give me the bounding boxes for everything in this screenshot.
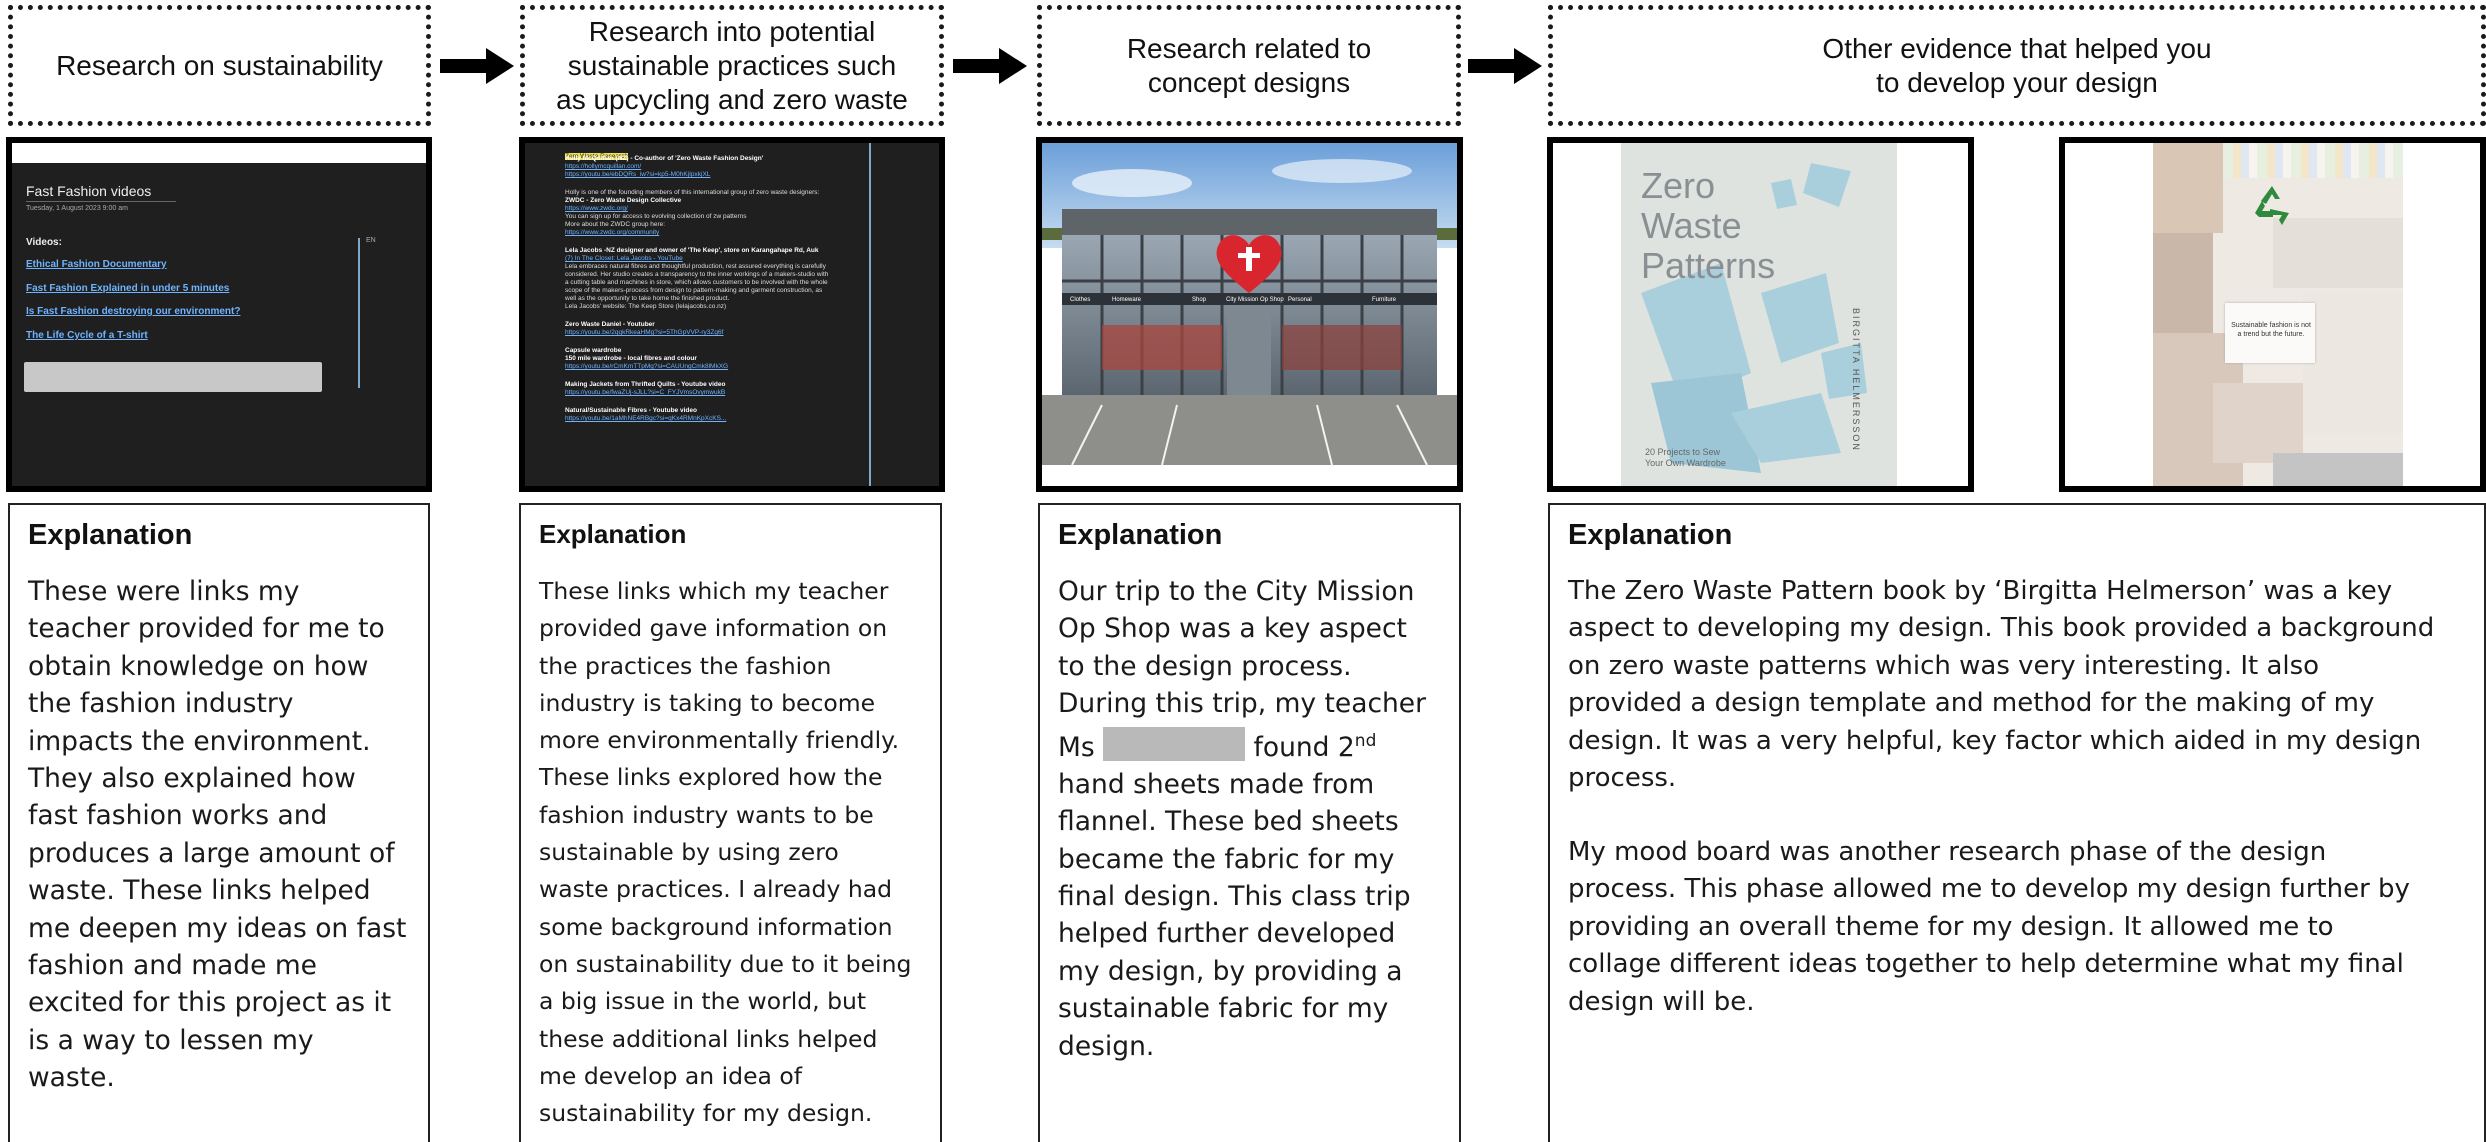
book-title-line3: Patterns (1641, 245, 1776, 286)
note-link[interactable]: https://youtu.be/ebDQRs_iw?si=kp5-M0hKjI… (565, 171, 710, 179)
note-line: Lela Jacobs' website: The Keep Store (le… (565, 303, 727, 310)
note-line: Holly McQuillan (NZ) - Co-author of 'Zer… (565, 155, 764, 162)
notes-page-title: Fast Fashion videos (26, 183, 176, 202)
margin-line (869, 143, 871, 486)
redacted-bar (24, 362, 322, 392)
heading-sustainability: Research on sustainability (8, 5, 431, 126)
explanation-text: These were links my teacher provided for… (28, 576, 407, 1094)
note-line: Zero Waste Daniel - Youtuber (565, 321, 655, 328)
note-link[interactable]: https://hollymcquillan.com/ (565, 163, 641, 171)
note-line: Lela embraces natural fibres and thought… (565, 263, 829, 302)
explanation-box-2: Explanation These links which my teacher… (519, 503, 942, 1142)
margin-line (358, 238, 360, 388)
city-mission-storefront-photo: Clothes Homeware Shop City Mission Op Sh… (1036, 137, 1463, 492)
right-arrow-icon (440, 48, 514, 84)
note-link[interactable]: https://www.zwdc.org/ (565, 205, 628, 213)
storefront-illustration: Clothes Homeware Shop City Mission Op Sh… (1042, 143, 1457, 486)
notes-page-date: Tuesday, 1 August 2023 9:00 am (26, 205, 128, 212)
explanation-text-part: hand sheets made from flannel. These bed… (1058, 768, 1411, 1062)
language-label: EN (366, 237, 376, 244)
video-link[interactable]: Ethical Fashion Documentary (26, 259, 167, 270)
store-sign: Shop (1192, 297, 1207, 303)
store-sign: Personal (1288, 297, 1312, 303)
mood-board-collage: Sustainable fashion is not a trend but t… (2059, 137, 2486, 492)
heading-other-evidence: Other evidence that helped you to develo… (1548, 5, 2486, 126)
video-link[interactable]: Fast Fashion Explained in under 5 minute… (26, 283, 229, 294)
store-sign: City Mission Op Shop (1226, 297, 1284, 303)
explanation-title: Explanation (28, 519, 193, 551)
explanation-box-4: Explanation The Zero Waste Pattern book … (1548, 503, 2486, 1142)
ordinal-suffix: nd (1354, 730, 1377, 751)
note-link[interactable]: https://youtu.be/rCmKmTTpMg?si=CAUUngCmk… (565, 363, 728, 371)
videos-heading: Videos: (26, 237, 62, 248)
fast-fashion-videos-screenshot: Fast Fashion videos Tuesday, 1 August 20… (6, 137, 432, 492)
note-line: ZWDC - Zero Waste Design Collective (565, 197, 682, 204)
explanation-text: Our trip to the City Mission Op Shop was… (1058, 573, 1449, 1065)
zero-waste-patterns-book-cover: Zero Waste Patterns BIRGITTA HELMERSSON … (1547, 137, 1974, 492)
book-title-line2: Waste (1641, 205, 1742, 246)
recycle-icon (2255, 186, 2289, 225)
note-link[interactable]: https://youtu.be/2qqkRkeaHMg?si=5ThGpVVP… (565, 329, 723, 337)
note-link[interactable]: https://youtu.be/1aMhNE4RBgc?si=qKx4RMnK… (565, 415, 726, 423)
right-arrow-icon (1468, 48, 1542, 84)
explanation-text: These links which my teacher provided ga… (539, 577, 912, 1128)
heading-concept-designs: Research related to concept designs (1037, 5, 1461, 126)
found-text: found 2 (1253, 731, 1355, 763)
right-arrow-icon (953, 48, 1027, 84)
redacted-name (1103, 727, 1246, 762)
note-line: Making Jackets from Thrifted Quilts - Yo… (565, 381, 726, 388)
heading-sustainable-practices: Research into potential sustainable prac… (520, 5, 944, 126)
video-link[interactable]: The Life Cycle of a T-shirt (26, 330, 148, 341)
explanation-title: Explanation (1058, 519, 1223, 551)
explanation-text-part: Our trip to the City Mission Op Shop was… (1058, 576, 1427, 720)
explanation-title: Explanation (539, 519, 687, 549)
note-line: Capsule wardrobe 150 mile wardrobe - loc… (565, 347, 697, 362)
video-link[interactable]: Is Fast Fashion destroying our environme… (26, 306, 240, 317)
note-line: Holly is one of the founding members of … (565, 189, 820, 196)
store-sign: Homeware (1112, 297, 1142, 303)
explanation-box-3: Explanation Our trip to the City Mission… (1038, 503, 1461, 1142)
note-link[interactable]: https://www.zwdc.org/community (565, 229, 659, 237)
note-link[interactable]: (7) In The Closet: Lela Jacobs - YouTube (565, 255, 683, 263)
explanation-paragraph-2: My mood board was another research phase… (1568, 837, 2410, 1017)
note-line: Lela Jacobs -NZ designer and owner of 'T… (565, 247, 819, 254)
explanation-box-1: Explanation These were links my teacher … (8, 503, 430, 1142)
note-line: You can sign up for access to evolving c… (565, 213, 747, 228)
store-sign: Clothes (1070, 297, 1090, 303)
teacher-prefix: Ms (1058, 731, 1095, 763)
explanation-paragraph-1: The Zero Waste Pattern book by ‘Birgitta… (1568, 576, 2435, 794)
explanation-title: Explanation (1568, 519, 1733, 551)
book-title-line1: Zero (1641, 165, 1716, 206)
mood-board-quote: Sustainable fashion is not a trend but t… (2231, 322, 2311, 338)
store-sign: Furniture (1372, 297, 1397, 303)
book-author: BIRGITTA HELMERSSON (1851, 308, 1861, 452)
zero-waste-research-screenshot: Zero Waste Research Holly McQuillan (NZ)… (519, 137, 945, 492)
note-line: Natural/Sustainable Fibres - Youtube vid… (565, 407, 697, 414)
note-link[interactable]: https://youtu.be/fwaZUj-sJLL?si=C_FYJVms… (565, 389, 725, 397)
book-subtitle: 20 Projects to Sew Your Own Wardrobe (1645, 447, 1726, 468)
